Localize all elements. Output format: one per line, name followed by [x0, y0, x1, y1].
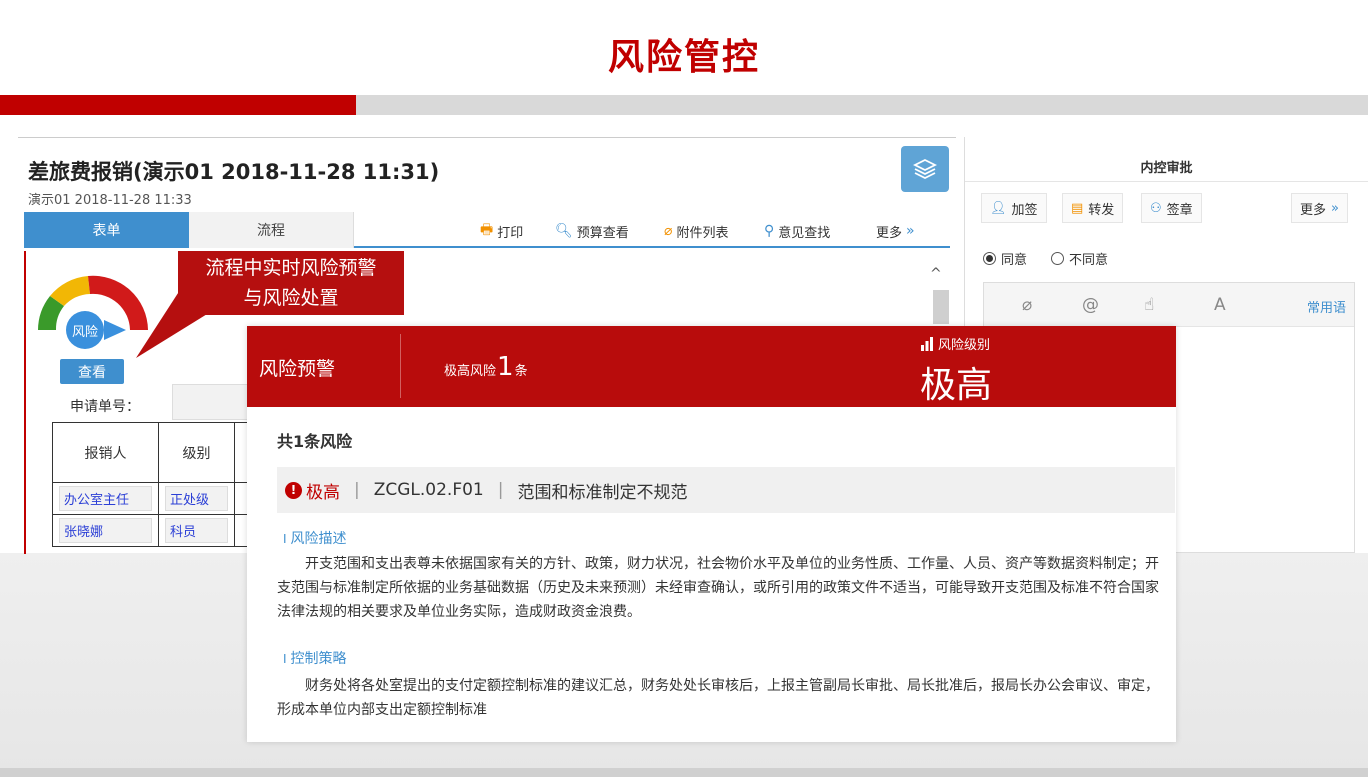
- annotation-callout: 流程中实时风险预警 与风险处置: [178, 251, 404, 315]
- table-cell[interactable]: 办公室主任: [59, 486, 152, 511]
- radio-agree[interactable]: 同意: [983, 249, 1027, 268]
- attach-icon[interactable]: ⌀: [1022, 295, 1032, 315]
- seal-button[interactable]: ⚇ 签章: [1141, 193, 1202, 223]
- popup-title: 风险预警: [259, 358, 336, 380]
- risk-count: 极高风险 1 条: [444, 352, 528, 382]
- chevron-down-icon: »: [1331, 200, 1339, 216]
- table-cell[interactable]: 正处级: [165, 486, 228, 511]
- opinion-search-button[interactable]: ⚲ 意见查找: [764, 218, 830, 244]
- risk-level-label: 风险级别: [920, 334, 990, 353]
- thumbs-up-icon[interactable]: ☝: [1144, 295, 1154, 315]
- slide: 风险管控 差旅费报销(演示01 2018-11-28 11:31) 演示01 2…: [0, 0, 1368, 777]
- budget-view-button[interactable]: 🔍︎ 预算查看: [555, 218, 629, 244]
- common-phrases-link[interactable]: 常用语: [1307, 297, 1346, 316]
- separator: |: [497, 480, 504, 500]
- paperclip-icon: ⌀: [664, 223, 673, 239]
- table-row: 办公室主任 正处级: [52, 482, 247, 515]
- forward-button[interactable]: ▤ 转发: [1062, 193, 1124, 223]
- search-icon: ⚲: [764, 223, 775, 239]
- risk-warning-popup: 风险预警 极高风险 1 条 风险级别 极高 共1条风险 ! 极高 | ZCGL.…: [247, 326, 1176, 742]
- claimant-table: 报销人 级别 办公室主任 正处级 张晓娜 科员: [52, 422, 247, 547]
- header-separator: [400, 334, 401, 398]
- panel-more-button[interactable]: 更多 »: [1291, 193, 1348, 223]
- strategy-text: 财务处将各处室提出的支付定额控制标准的建议汇总，财务处处长审核后，上报主管副局长…: [277, 678, 1159, 718]
- callout-line-1: 流程中实时风险预警: [205, 257, 377, 279]
- risk-pointer: [104, 320, 126, 340]
- application-no-label: 申请单号：: [70, 399, 140, 415]
- attachments-button[interactable]: ⌀ 附件列表: [664, 218, 728, 244]
- font-icon[interactable]: A: [1214, 295, 1226, 315]
- popup-header: 风险预警 极高风险 1 条 风险级别 极高: [247, 326, 1176, 407]
- scroll-up-arrow[interactable]: ^: [930, 266, 942, 282]
- print-button[interactable]: 🖶 打印: [480, 218, 523, 244]
- risk-item-level: 极高: [306, 482, 340, 503]
- form-title: 差旅费报销(演示01 2018-11-28 11:31): [28, 160, 440, 184]
- alert-icon: !: [285, 481, 302, 499]
- radio-dot: [1051, 252, 1064, 265]
- editor-toolbar: ⌀ @ ☝ A 常用语: [984, 283, 1354, 327]
- budget-search-icon: 🔍︎: [555, 223, 573, 239]
- table-header: 级别: [158, 422, 235, 483]
- risk-item-name: 范围和标准制定不规范: [517, 482, 688, 503]
- add-user-icon: 👤︎: [990, 200, 1007, 216]
- chevron-down-icon: »: [906, 223, 915, 239]
- bottom-line: [0, 768, 1368, 777]
- application-no-field[interactable]: [172, 384, 252, 420]
- divider: [965, 181, 1368, 182]
- risk-item-code: ZCGL.02.F01: [373, 480, 484, 500]
- title-bar-gray: [356, 95, 1368, 115]
- signal-bars-icon: [921, 336, 933, 351]
- strategy-title: 控制策略: [283, 648, 347, 668]
- table-cell[interactable]: 张晓娜: [59, 518, 152, 543]
- tab-form[interactable]: 表单: [24, 212, 189, 248]
- callout-line-2: 与风险处置: [243, 287, 339, 309]
- printer-icon: 🖶: [480, 222, 494, 238]
- description-text: 开支范围和支出表尊未依据国家有关的方针、政策，财力状况，社会物价水平及单位的业务…: [277, 556, 1159, 620]
- add-sign-button[interactable]: 👤︎ 加签: [981, 193, 1047, 223]
- form-tabs: 表单 流程 🖶 打印 🔍︎ 预算查看 ⌀ 附件列表 ⚲ 意见查找 更多 »: [24, 212, 950, 248]
- scrollbar-thumb[interactable]: [933, 290, 949, 324]
- description-title: 风险描述: [283, 528, 347, 548]
- slide-title: 风险管控: [607, 37, 760, 78]
- radio-disagree[interactable]: 不同意: [1051, 249, 1108, 268]
- separator: |: [354, 480, 360, 500]
- risk-count-number: 1: [497, 352, 514, 382]
- table-header: 报销人: [52, 422, 159, 483]
- layers-icon: [913, 158, 937, 180]
- form-subtitle: 演示01 2018-11-28 11:33: [28, 193, 192, 208]
- more-button[interactable]: 更多 »: [876, 218, 915, 244]
- mention-icon[interactable]: @: [1082, 295, 1099, 315]
- view-button[interactable]: 查看: [60, 359, 124, 384]
- radio-dot-checked: [983, 252, 996, 265]
- user-icon: ⚇: [1150, 200, 1162, 216]
- risk-total: 共1条风险: [277, 432, 353, 451]
- tab-process[interactable]: 流程: [189, 212, 354, 248]
- risk-badge: 风险: [66, 311, 104, 349]
- forward-icon: ▤: [1071, 200, 1084, 216]
- risk-level-value: 极高: [920, 365, 993, 406]
- layers-button[interactable]: [901, 146, 949, 192]
- table-cell[interactable]: 科员: [165, 518, 228, 543]
- table-row: 张晓娜 科员: [52, 514, 247, 547]
- risk-item[interactable]: ! 极高 | ZCGL.02.F01 | 范围和标准制定不规范: [277, 467, 1175, 513]
- title-bar-red: [0, 95, 356, 115]
- approval-panel-title: 内控审批: [1140, 161, 1193, 176]
